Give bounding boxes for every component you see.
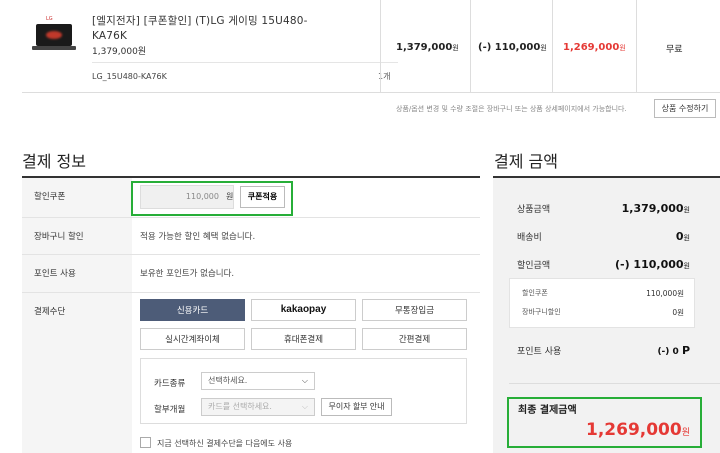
product-option: LG_15U480-KA76K (92, 72, 167, 81)
brand-logo: LG (46, 16, 53, 22)
final-amount-label: 최종 결제금액 (518, 405, 577, 416)
modify-notice: 상품/옵션 변경 및 수량 조절은 장바구니 또는 상품 상세페이지에서 가능합… (396, 105, 627, 113)
no-interest-info-button[interactable]: 무이자 할부 안내 (321, 398, 392, 416)
points-row: 포인트 사용 보유한 포인트가 없습니다. (22, 255, 480, 293)
column-divider (636, 0, 637, 93)
sub-cart-value: 0원 (672, 308, 684, 317)
shipping-label: 배송비 (517, 233, 542, 243)
modify-product-button[interactable]: 상품 수정하기 (654, 99, 716, 118)
column-divider (470, 0, 471, 93)
payment-amount-title: 결제 금액 (494, 152, 558, 171)
points-used-value: (-) 0 P (657, 344, 690, 357)
points-text: 보유한 포인트가 없습니다. (140, 269, 235, 279)
card-type-select[interactable]: 선택하세요. ⌵ (201, 372, 315, 390)
payment-method-label: 결제수단 (22, 293, 132, 453)
points-label: 포인트 사용 (22, 255, 132, 292)
remember-method-checkbox[interactable] (140, 437, 151, 448)
discount-amount-value: (-) 110,000원 (614, 258, 690, 271)
shipping-value: 0원 (675, 230, 690, 243)
product-thumbnail[interactable]: LG (32, 16, 76, 52)
cart-discount-row: 장바구니 할인 적용 가능한 할인 혜택 없습니다. (22, 218, 480, 255)
coupon-label: 할인쿠폰 (22, 178, 132, 217)
chevron-down-icon: ⌵ (301, 402, 308, 411)
sub-coupon-label: 할인쿠폰 (522, 289, 548, 297)
payment-info-title: 결제 정보 (22, 152, 86, 171)
discount-amount-label: 할인금액 (517, 261, 551, 271)
product-name[interactable]: [엘지전자] [쿠폰할인] (T)LG 게이밍 15U480-KA76K (92, 14, 332, 44)
sub-coupon-value: 110,000원 (646, 289, 684, 298)
laptop-base-image (32, 46, 76, 50)
card-type-label: 카드종류 (154, 379, 186, 389)
option-divider (92, 62, 398, 63)
cart-discount-label: 장바구니 할인 (22, 218, 132, 254)
final-amount-value: 1,269,000원 (586, 420, 690, 440)
laptop-screen-image (36, 24, 72, 46)
sub-cart-label: 장바구니할인 (522, 308, 561, 316)
column-divider (552, 0, 553, 93)
installment-select[interactable]: 카드를 선택하세요. ⌵ (201, 398, 315, 416)
cart-product-row: LG [엘지전자] [쿠폰할인] (T)LG 게이밍 15U480-KA76K … (22, 0, 720, 93)
method-kakaopay[interactable]: kakaopay (251, 299, 356, 321)
total-cell: 1,269,000원 (563, 42, 626, 53)
method-mobile[interactable]: 휴대폰결제 (251, 328, 356, 350)
shipping-cell: 무료 (666, 45, 683, 55)
points-used-label: 포인트 사용 (517, 347, 562, 357)
column-divider (380, 0, 381, 93)
installment-label: 할부개월 (154, 405, 186, 415)
method-easy-pay[interactable]: 간편결제 (362, 328, 467, 350)
method-bank-deposit[interactable]: 무통장입금 (362, 299, 467, 321)
cart-discount-text: 적용 가능한 할인 혜택 없습니다. (140, 232, 256, 242)
method-credit-card[interactable]: 신용카드 (140, 299, 245, 321)
remember-method-label: 지금 선택하신 결제수단을 다음에도 사용 (157, 439, 293, 448)
discount-breakdown (509, 278, 695, 328)
price-cell: 1,379,000원 (396, 42, 459, 53)
coupon-unit: 원 (226, 192, 234, 201)
method-realtime-transfer[interactable]: 실시간계좌이체 (140, 328, 245, 350)
discount-cell: (-) 110,000원 (478, 42, 547, 53)
product-amount-value: 1,379,000원 (621, 202, 690, 215)
chevron-down-icon: ⌵ (301, 376, 308, 385)
product-amount-label: 상품금액 (517, 205, 551, 215)
coupon-amount-input[interactable]: 110,000 (140, 185, 234, 209)
summary-divider (509, 383, 720, 384)
product-unit-price: 1,379,000원 (92, 47, 147, 57)
apply-coupon-button[interactable]: 쿠폰적용 (240, 186, 285, 208)
